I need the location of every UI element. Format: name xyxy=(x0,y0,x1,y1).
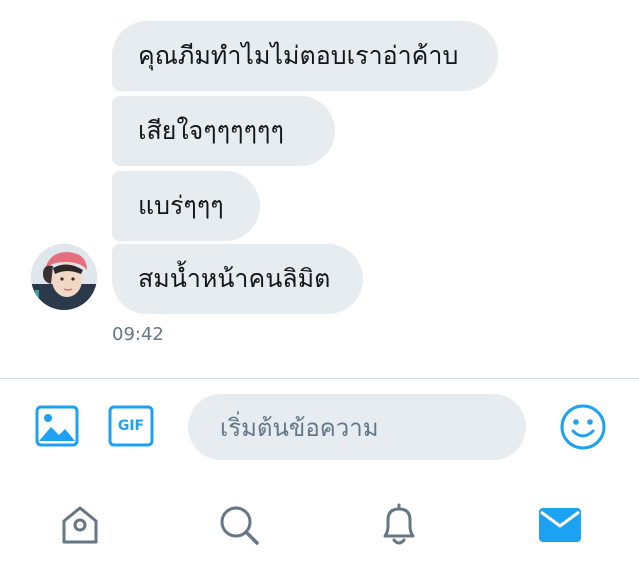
message-text: คุณภีมทำไมไม่ตอบเราอ่าค้าบ xyxy=(138,41,459,70)
emoji-icon[interactable] xyxy=(558,402,608,452)
home-icon[interactable] xyxy=(55,500,105,550)
message-input-placeholder: เริ่มต้นข้อความ xyxy=(220,413,379,442)
message-text: สมน้ำหน้าคนลิมิต xyxy=(138,264,331,293)
dm-conversation-screen: คุณภีมทำไมไม่ตอบเราอ่าค้าบ เสียใจๆๆๆๆๆๆ … xyxy=(0,0,639,573)
message-text: เสียใจๆๆๆๆๆๆ xyxy=(138,116,284,145)
search-icon[interactable] xyxy=(214,500,264,550)
avatar[interactable] xyxy=(31,244,97,310)
message-bubble[interactable]: คุณภีมทำไมไม่ตอบเราอ่าค้าบ xyxy=(112,21,498,91)
gif-icon[interactable]: GIF xyxy=(107,403,155,449)
message-bubble[interactable]: สมน้ำหน้าคนลิมิต xyxy=(112,244,363,314)
composer-divider xyxy=(0,378,639,379)
gif-label: GIF xyxy=(117,418,145,434)
mail-icon[interactable] xyxy=(535,500,585,550)
avatar-image xyxy=(31,244,97,310)
message-input[interactable]: เริ่มต้นข้อความ xyxy=(188,394,526,460)
message-timestamp: 09:42 xyxy=(112,324,164,345)
message-bubble[interactable]: เสียใจๆๆๆๆๆๆ xyxy=(112,96,335,166)
message-text: แบร่ๆๆๆ xyxy=(138,191,224,220)
bell-icon[interactable] xyxy=(374,500,424,550)
message-bubble[interactable]: แบร่ๆๆๆ xyxy=(112,171,260,241)
image-icon[interactable] xyxy=(34,403,80,449)
